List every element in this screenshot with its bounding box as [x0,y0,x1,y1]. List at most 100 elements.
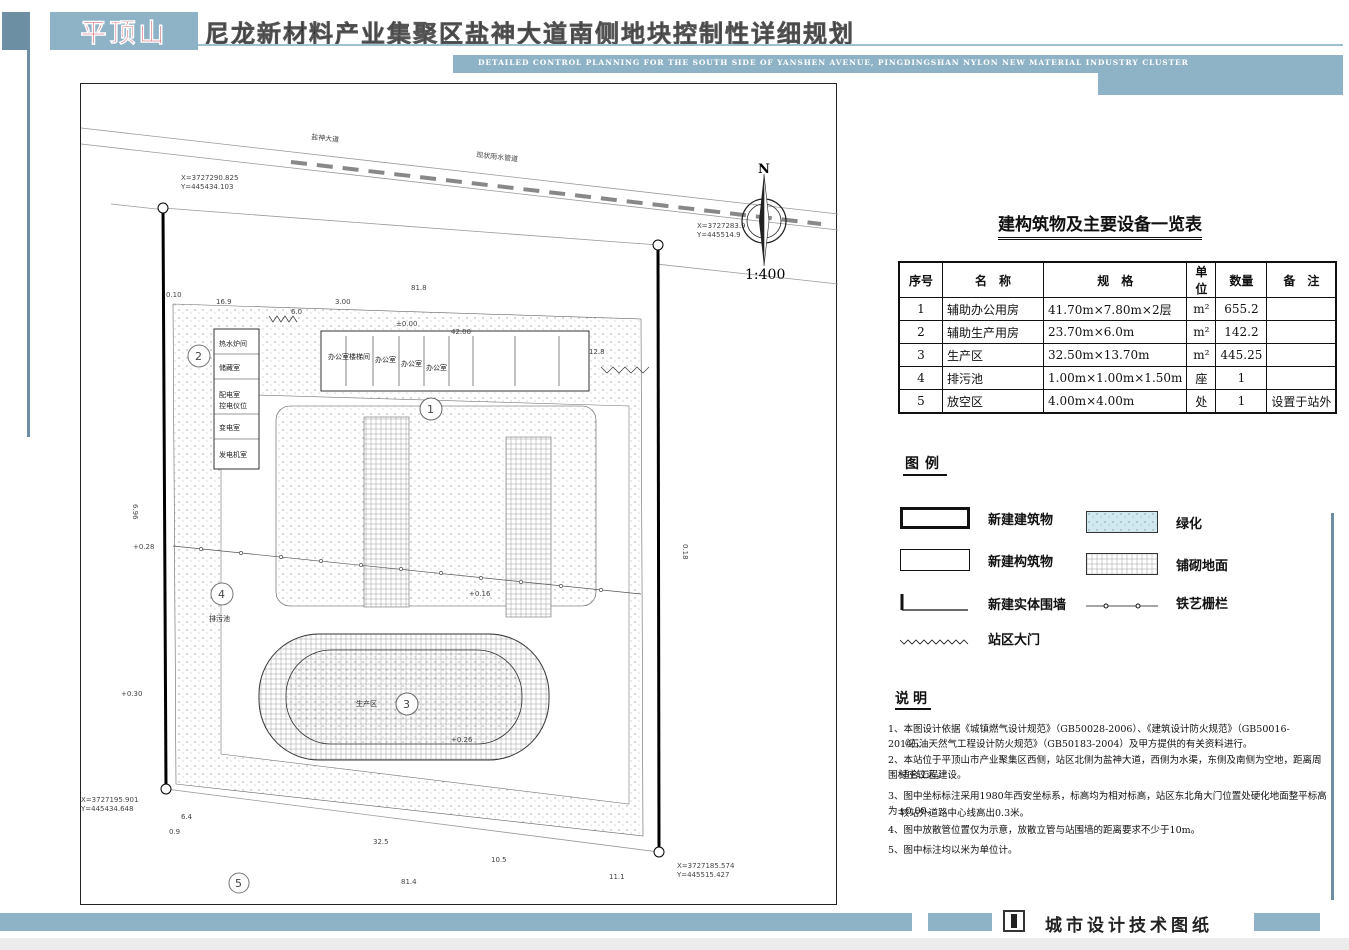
rain-pipe-label: 现状雨水管道 [476,150,519,163]
legend-solid-wall-label: 新建实体围墙 [988,598,1067,613]
coord-se-x: X=3727185.574 [677,862,735,870]
cell-remark [1266,343,1337,367]
note-line-7: 4、图中放散管位置仅为示意，放散立管与站围墙的距离要求不少于10m。 [888,825,1201,836]
legend-paving-label: 铺砌地面 [1176,559,1229,574]
table-row: 4 排污池 1.00m×1.00m×1.50m 座 1 [898,366,1337,390]
elev-0-28: +0.28 [133,543,154,551]
dim-0-9: 0.9 [169,828,180,836]
cell-qty: 1 [1215,366,1268,390]
rain-pipe-dashes [290,160,822,226]
office-building: 办公室 楼梯间 办公室 办公室 办公室 [320,330,590,392]
building-number-3: 3 [403,698,410,711]
cell-spec: 4.00m×4.00m [1042,389,1188,414]
stair-room: 楼梯间 [349,352,370,361]
col-header-no: 序号 [898,261,943,298]
dim-42-00: 42.00 [451,328,471,336]
office-room-4: 办公室 [426,363,447,372]
dim-left-total: 6.96 [131,504,139,520]
legend-solid-wall-swatch [900,594,970,612]
city-name: 平顶山 [80,18,168,49]
subtitle-band-lower [1098,73,1343,95]
table-header-row: 序号 名 称 规 格 单位 数量 备 注 [898,261,1337,298]
col-header-spec: 规 格 [1042,261,1188,298]
coord-ne-y: Y=445514.9 [696,231,741,239]
note-line-4: 适合工程建设。 [900,770,967,781]
cell-name: 生产区 [942,343,1044,367]
table-row: 3 生产区 32.50m×13.70m m² 445.25 [898,343,1337,367]
building-number-1: 1 [427,403,434,416]
production-label: 生产区 [356,699,377,708]
equipment-table-title: 建构筑物及主要设备一览表 [998,210,1202,240]
col-header-name: 名 称 [942,261,1044,298]
col-header-qty: 数量 [1215,261,1268,298]
note-line-2: 《石油天然气工程设计防火规范》（GB50183-2004）及甲方提供的有关资料进… [900,739,1253,750]
equipment-table: 序号 名 称 规 格 单位 数量 备 注 1 辅助办公用房 41.70m×7.8… [898,261,1338,414]
cell-unit: 处 [1186,389,1217,414]
coord-se-y: Y=445515.427 [676,871,729,879]
dim-16-9: 16.9 [216,298,232,306]
legend-paving-swatch [1086,553,1158,575]
office-room-1: 办公室 [328,352,349,361]
cell-remark [1266,297,1337,321]
legend-gate-swatch [899,632,970,645]
site-plan-svg: 盐神大道 现状雨水管道 1 办公室 楼梯间 办公室 办公室 办公室 热水炉间 储… [81,127,838,894]
footer-logo-icon [1003,910,1025,932]
cell-no: 4 [898,366,943,390]
aux-production-building: 热水炉间 储藏室 配电室 控电仪位 变电室 发电机室 [213,328,260,470]
aux-room-5: 变电室 [219,423,240,432]
cell-qty: 142.2 [1215,320,1268,344]
aux-room-2: 储藏室 [219,363,240,372]
cell-remark: 设置于站外 [1266,389,1337,414]
cell-remark [1266,366,1337,390]
corner-marker-ne [652,239,664,251]
coord-sw-x: X=3727195.901 [81,796,138,804]
legend-new-structure-label: 新建构筑物 [988,555,1054,570]
dim-0-10: 0.10 [166,291,182,299]
cell-unit: m² [1186,343,1217,367]
corner-marker-nw [157,202,169,214]
cell-unit: m² [1186,297,1217,321]
east-wall [656,244,661,853]
cell-spec: 41.70m×7.80m×2层 [1042,297,1188,321]
table-row: 2 辅助生产用房 23.70m×6.0m m² 142.2 [898,320,1337,344]
dim-6-4: 6.4 [181,813,193,821]
dim-6-0: 6.0 [291,308,302,316]
cell-name: 辅助生产用房 [942,320,1044,344]
legend-title: 图例 [903,453,947,476]
notes-title: 说明 [895,688,931,710]
paved-strip-1 [363,416,410,608]
cell-name: 辅助办公用房 [942,297,1044,321]
legend-new-building-swatch [900,507,970,529]
footer-bar-mid [928,913,992,931]
table-row: 1 辅助办公用房 41.70m×7.80m×2层 m² 655.2 [898,297,1337,321]
cell-unit: m² [1186,320,1217,344]
left-accent-line [27,12,30,437]
note-line-6: 较站外道路中心线高出0.3米。 [900,808,1030,819]
table-row: 5 放空区 4.00m×4.00m 处 1 设置于站外 [898,389,1337,414]
dim-12-8: 12.8 [589,348,605,356]
coord-sw-y: Y=445434.648 [81,805,133,813]
cell-no: 1 [898,297,943,321]
right-accent-line [1331,513,1334,900]
note-line-8: 5、图中标注均以米为单位计。 [888,845,1018,856]
cell-no: 2 [898,320,943,344]
corner-marker-sw [160,783,172,795]
north-label: N [758,162,770,177]
cell-name: 放空区 [942,389,1044,414]
building-number-2: 2 [195,350,202,363]
corner-marker-se [653,846,665,858]
aux-room-1: 热水炉间 [219,339,247,348]
road-name-label: 盐神大道 [311,132,340,144]
legend-green-label: 绿化 [1176,517,1203,532]
elev-0-30: +0.30 [121,690,142,698]
legend-fence-label: 铁艺栅栏 [1176,597,1229,612]
cell-qty: 655.2 [1215,297,1268,321]
legend-new-structure-swatch [900,549,970,571]
footer-bar-left [0,913,912,931]
aux-room-4: 控电仪位 [219,401,247,410]
legend-green-swatch [1086,511,1158,533]
site-plan-drawing: 盐神大道 现状雨水管道 1 办公室 楼梯间 办公室 办公室 办公室 热水炉间 储… [80,83,838,905]
dim-11-1: 11.1 [609,873,625,881]
cell-spec: 23.70m×6.0m [1042,320,1188,344]
scale-label: 1:400 [745,267,785,283]
